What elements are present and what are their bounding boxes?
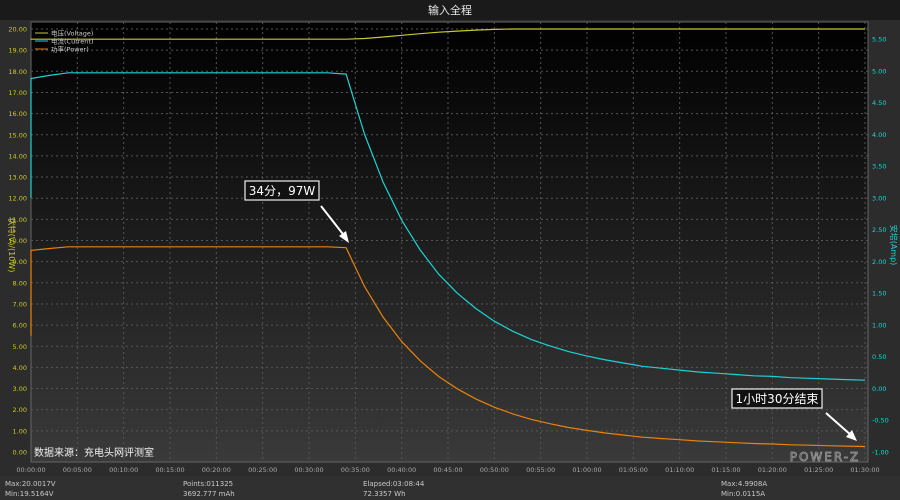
- left-tick-label: 8.00: [13, 279, 27, 287]
- current-min: Min:0.0115A: [721, 490, 766, 498]
- right-tick-label: 4.50: [872, 99, 886, 107]
- x-tick-label: 00:00:00: [16, 466, 45, 474]
- energy: 72.3357 Wh: [363, 490, 406, 498]
- points-count: Points:011325: [183, 480, 234, 488]
- x-tick-label: 00:35:00: [341, 466, 370, 474]
- x-tick-label: 01:00:00: [572, 466, 601, 474]
- left-tick-label: 12.00: [8, 195, 27, 203]
- left-tick-label: 15.00: [8, 131, 27, 139]
- x-tick-label: 00:50:00: [480, 466, 509, 474]
- left-tick-label: 16.00: [8, 110, 27, 118]
- left-tick-label: 20.00: [8, 26, 27, 34]
- x-tick-label: 00:55:00: [526, 466, 555, 474]
- right-tick-label: 2.00: [872, 258, 886, 266]
- right-tick-label: -0.50: [872, 417, 889, 425]
- legend-entry: 功率(Power): [51, 45, 89, 54]
- left-tick-label: 19.00: [8, 47, 27, 55]
- elapsed-time: Elapsed:03:08:44: [363, 480, 425, 488]
- right-tick-label: 3.00: [872, 194, 886, 202]
- x-tick-label: 01:10:00: [665, 466, 694, 474]
- right-tick-label: 4.00: [872, 131, 886, 139]
- left-tick-label: 6.00: [13, 322, 27, 330]
- left-tick-label: 18.00: [8, 68, 27, 76]
- right-tick-label: 1.00: [872, 321, 886, 329]
- left-tick-label: 3.00: [13, 385, 27, 393]
- left-tick-label: 2.00: [13, 406, 27, 414]
- left-tick-label: 5.00: [13, 343, 27, 351]
- left-axis-label: 伏特(V)/(10W): [7, 218, 17, 273]
- left-tick-label: 0.00: [13, 449, 27, 457]
- source-note: 数据来源：充电头网评测室: [34, 446, 154, 459]
- annotation-peak-text: 34分，97W: [249, 184, 316, 198]
- x-tick-label: 01:25:00: [804, 466, 833, 474]
- charge-chart: 输入全程 00:00:00 00:05:00 00:10:00 00:15:00 00:…: [0, 0, 900, 476]
- right-tick-label: 2.50: [872, 226, 886, 234]
- right-tick-label: 3.50: [872, 163, 886, 171]
- x-tick-label: 00:20:00: [202, 466, 231, 474]
- legend-entry: 电流(Current): [51, 37, 94, 46]
- current-max: Max:4.9908A: [721, 480, 768, 488]
- x-tick-label: 00:10:00: [109, 466, 138, 474]
- right-tick-label: 5.00: [872, 67, 886, 75]
- left-tick-label: 14.00: [8, 152, 27, 160]
- right-axis-label: 安培(Amp): [889, 225, 899, 266]
- x-tick-label: 01:20:00: [758, 466, 787, 474]
- stats-bar: Max:20.0017V Min:19.5164V Points:011325 …: [0, 476, 900, 500]
- x-tick-label: 01:30:00: [850, 466, 879, 474]
- right-tick-label: 5.50: [872, 36, 886, 44]
- x-tick-label: 00:30:00: [294, 466, 323, 474]
- chart-title: 输入全程: [428, 3, 472, 17]
- voltage-min: Min:19.5164V: [5, 490, 54, 498]
- right-tick-label: 1.50: [872, 290, 886, 298]
- x-tick-label: 00:40:00: [387, 466, 416, 474]
- left-tick-label: 13.00: [8, 174, 27, 182]
- x-tick-label: 00:45:00: [433, 466, 462, 474]
- left-tick-label: 17.00: [8, 89, 27, 97]
- voltage-max: Max:20.0017V: [5, 480, 56, 488]
- left-tick-label: 1.00: [13, 427, 27, 435]
- x-tick-label: 01:05:00: [619, 466, 648, 474]
- left-tick-label: 7.00: [13, 300, 27, 308]
- power-z-watermark: POWER-Z: [790, 450, 861, 464]
- x-tick-label: 00:05:00: [63, 466, 92, 474]
- x-tick-label: 01:15:00: [711, 466, 740, 474]
- right-tick-label: 0.00: [872, 385, 886, 393]
- x-tick-label: 00:15:00: [155, 466, 184, 474]
- right-tick-label: -1.00: [872, 449, 889, 457]
- capacity: 3692.777 mAh: [183, 490, 235, 498]
- legend-entry: 电压(Voltage): [51, 29, 93, 38]
- left-tick-label: 4.00: [13, 364, 27, 372]
- annotation-end-text: 1小时30分结束: [736, 392, 819, 406]
- right-tick-label: 0.50: [872, 353, 886, 361]
- x-tick-label: 00:25:00: [248, 466, 277, 474]
